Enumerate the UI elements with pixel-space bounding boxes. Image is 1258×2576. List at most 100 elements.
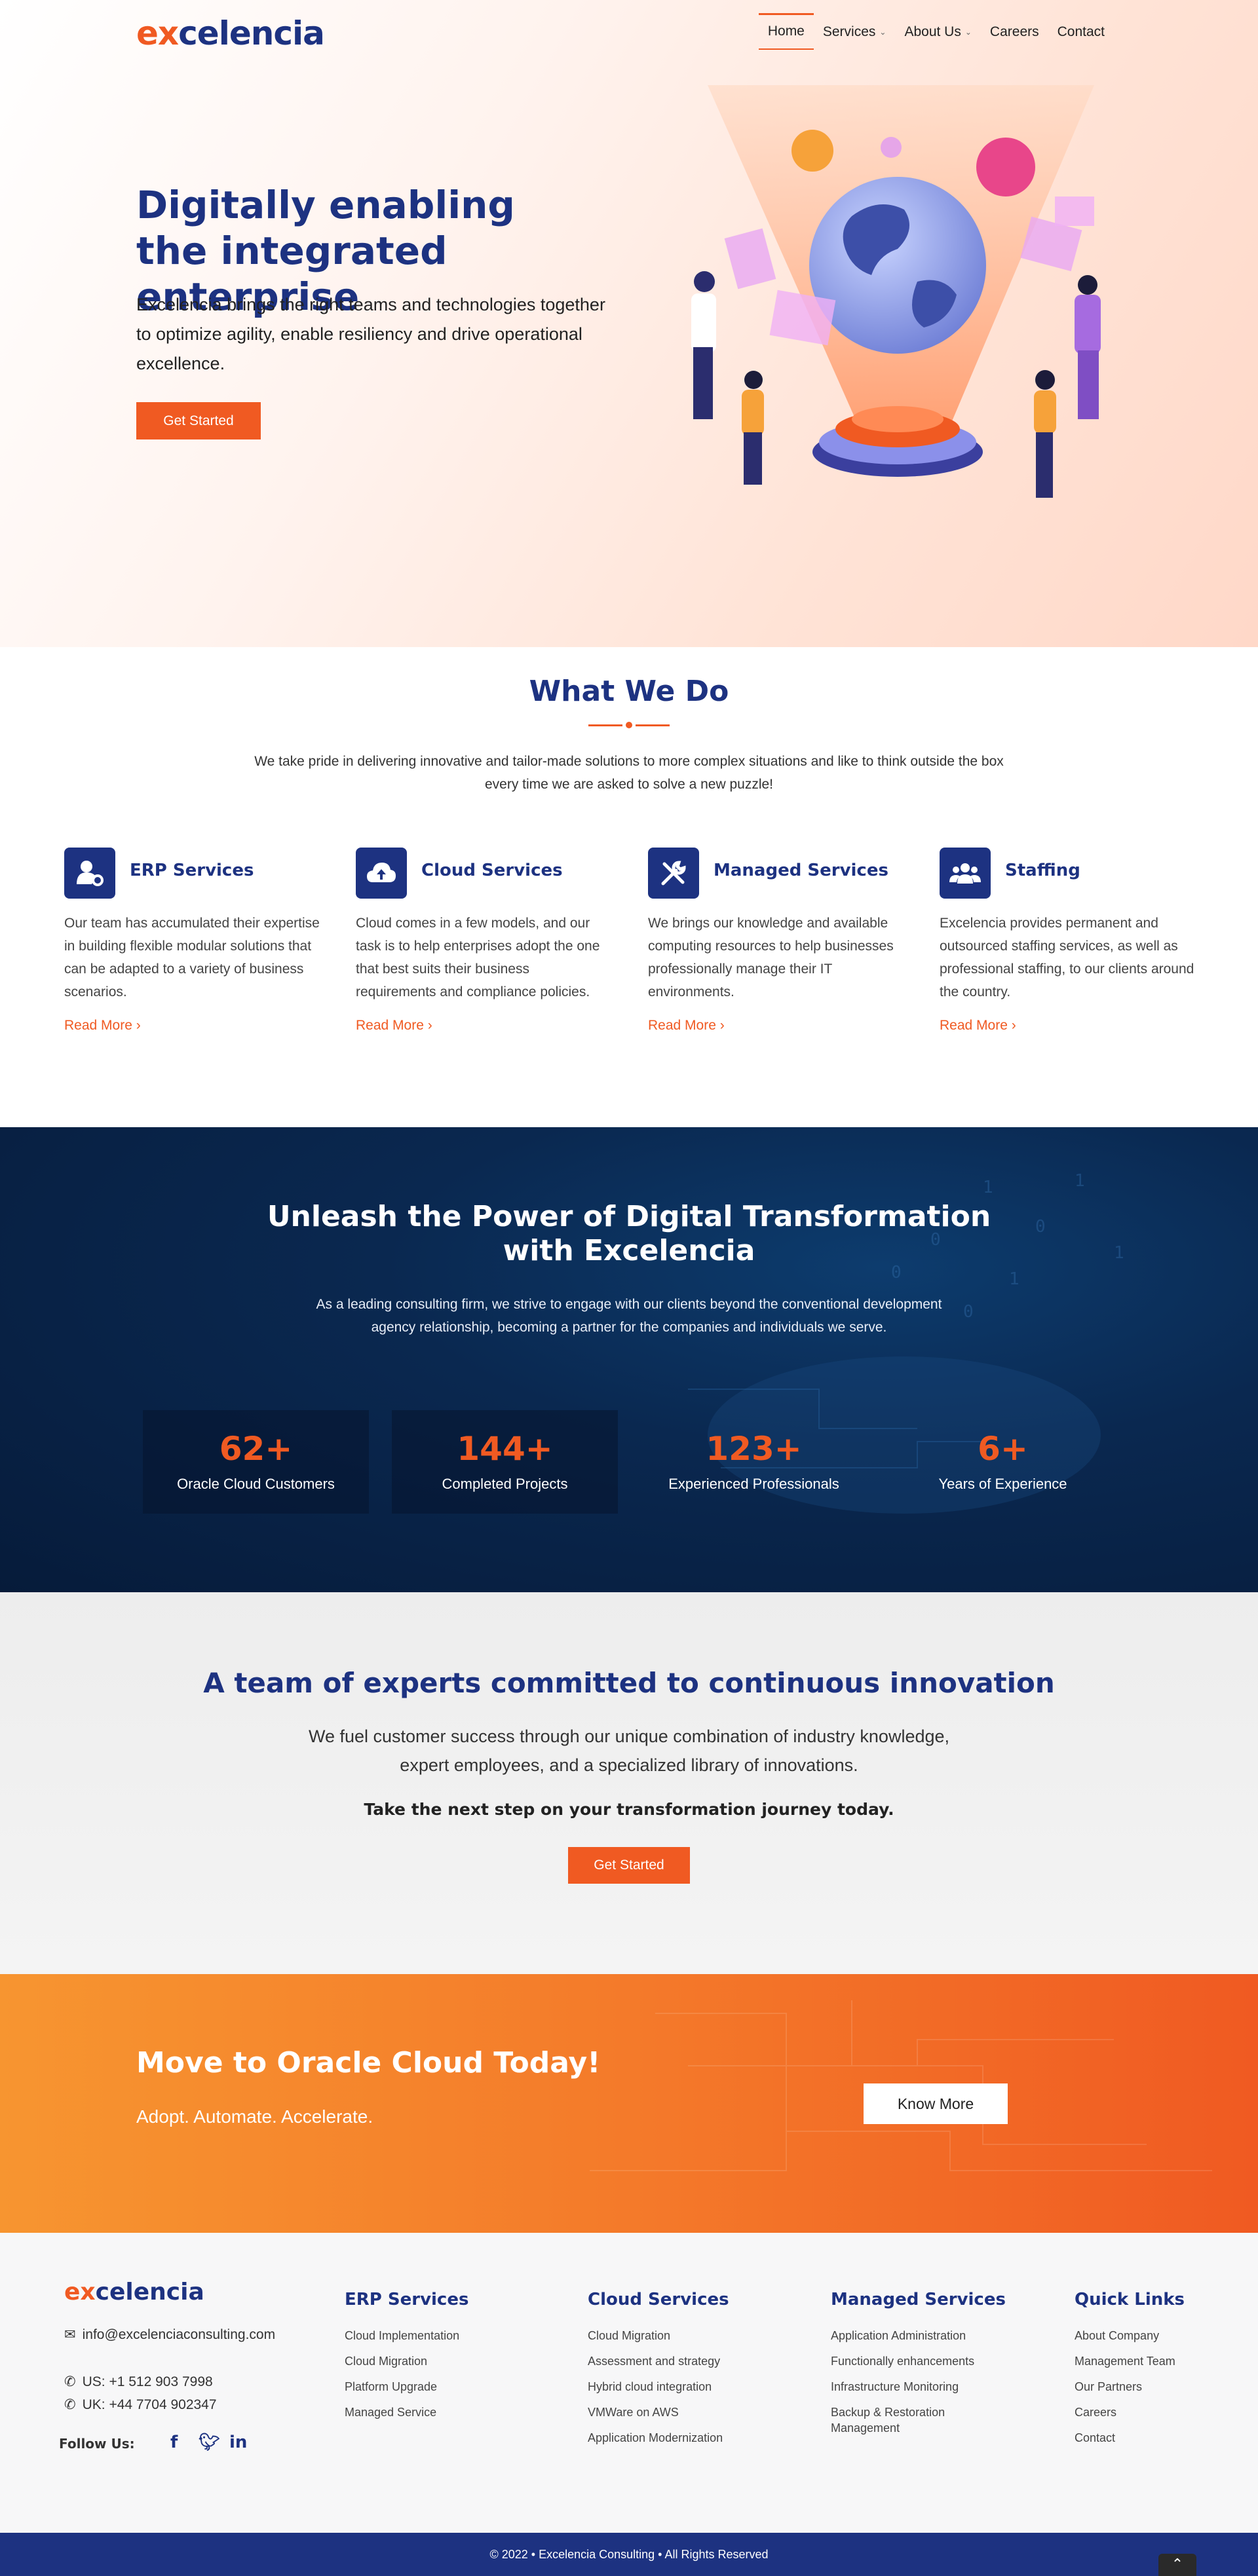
footer-link[interactable]: VMWare on AWS bbox=[588, 2404, 758, 2420]
svg-text:1: 1 bbox=[983, 1178, 993, 1197]
service-staffing: Staffing Excelencia provides permanent a… bbox=[940, 848, 1202, 1034]
circuit-pattern bbox=[590, 2000, 1212, 2171]
logo-rest: celencia bbox=[178, 14, 325, 52]
footer-link[interactable]: Careers bbox=[1075, 2404, 1245, 2420]
transformation-title: Unleash the Power of Digital Transformat… bbox=[0, 1200, 1258, 1268]
scroll-to-top-button[interactable]: ⌃ bbox=[1158, 2554, 1196, 2576]
logo-rest: celencia bbox=[95, 2279, 204, 2305]
footer-link[interactable]: Managed Service bbox=[345, 2404, 515, 2420]
read-more-link[interactable]: Read More › bbox=[648, 1018, 910, 1034]
hero-title-line1: Digitally enabling bbox=[136, 183, 515, 227]
site-logo[interactable]: excelencia bbox=[136, 14, 325, 52]
envelope-icon: ✉ bbox=[64, 2327, 76, 2342]
stat-label: Years of Experience bbox=[938, 1476, 1067, 1492]
user-gear-icon bbox=[64, 848, 115, 899]
read-more-link[interactable]: Read More › bbox=[64, 1018, 326, 1034]
nav-about-label: About Us bbox=[904, 24, 961, 39]
footer-col-erp: ERP Services Cloud Implementation Cloud … bbox=[345, 2290, 515, 2430]
service-text: Excelencia provides permanent and outsou… bbox=[940, 916, 1194, 999]
hero-text: Excelencia brings the right teams and te… bbox=[136, 295, 605, 373]
service-title: ERP Services bbox=[130, 861, 254, 880]
stat-value: 144+ bbox=[457, 1430, 553, 1468]
phone-icon: ✆ bbox=[64, 2397, 76, 2412]
copyright-bar: © 2022 • Excelencia Consulting • All Rig… bbox=[0, 2533, 1258, 2576]
service-title: Cloud Services bbox=[421, 861, 563, 880]
svg-text:1: 1 bbox=[1075, 1171, 1085, 1191]
stat-label: Experienced Professionals bbox=[668, 1476, 839, 1492]
svg-text:0: 0 bbox=[963, 1302, 974, 1322]
footer-link[interactable]: Cloud Migration bbox=[588, 2328, 758, 2343]
phone-uk-text: UK: +44 7704 902347 bbox=[82, 2397, 217, 2412]
site-header: excelencia Home Services ⌄ About Us ⌄ Care… bbox=[0, 0, 1258, 65]
what-we-do-title: What We Do bbox=[529, 675, 729, 708]
follow-us-label: Follow Us: bbox=[59, 2436, 135, 2452]
nav-home[interactable]: Home bbox=[758, 13, 814, 50]
team-get-started-button[interactable]: Get Started bbox=[568, 1847, 690, 1884]
oracle-cta-section: Move to Oracle Cloud Today! Adopt. Autom… bbox=[0, 1974, 1258, 2233]
footer-phone-uk[interactable]: ✆ UK: +44 7704 902347 bbox=[64, 2397, 217, 2413]
footer-link[interactable]: Hybrid cloud integration bbox=[588, 2379, 758, 2395]
footer-col-title: Quick Links bbox=[1075, 2290, 1185, 2309]
footer-col-title: ERP Services bbox=[345, 2290, 469, 2309]
hero-get-started-button[interactable]: Get Started bbox=[136, 402, 261, 439]
transformation-title-line2: with Excelencia bbox=[503, 1234, 755, 1267]
phone-us-text: US: +1 512 903 7998 bbox=[82, 2374, 213, 2389]
facebook-icon[interactable]: f bbox=[170, 2433, 178, 2452]
transformation-title-line1: Unleash the Power of Digital Transformat… bbox=[267, 1200, 991, 1233]
service-text: Our team has accumulated their expertise… bbox=[64, 916, 320, 999]
site-footer: excelencia ✉ info@excelenciaconsulting.co… bbox=[0, 2233, 1258, 2533]
footer-link[interactable]: Cloud Migration bbox=[345, 2353, 515, 2369]
logo-ex: ex bbox=[64, 2279, 96, 2305]
footer-email[interactable]: ✉ info@excelenciaconsulting.com bbox=[64, 2326, 275, 2343]
footer-link[interactable]: Application Modernization bbox=[588, 2430, 758, 2446]
footer-link[interactable]: Application Administration bbox=[831, 2328, 1001, 2343]
footer-link[interactable]: About Company bbox=[1075, 2328, 1245, 2343]
svg-text:1: 1 bbox=[1009, 1269, 1020, 1289]
service-text: Cloud comes in a few models, and our tas… bbox=[356, 916, 600, 999]
know-more-button[interactable]: Know More bbox=[864, 2083, 1008, 2124]
nav-contact[interactable]: Contact bbox=[1048, 13, 1114, 50]
team-title: A team of experts committed to continuou… bbox=[203, 1667, 1055, 1699]
read-more-link[interactable]: Read More › bbox=[356, 1018, 618, 1034]
circuit-background: 1010 10 10 bbox=[688, 1171, 1124, 1514]
tools-icon bbox=[648, 848, 699, 899]
nav-services[interactable]: Services ⌄ bbox=[814, 13, 896, 50]
oracle-subtitle: Adopt. Automate. Accelerate. bbox=[136, 2106, 373, 2127]
chevron-up-icon: ⌃ bbox=[1171, 2556, 1184, 2573]
nav-careers[interactable]: Careers bbox=[981, 13, 1048, 50]
stat-value: 62+ bbox=[219, 1430, 293, 1468]
read-more-link[interactable]: Read More › bbox=[940, 1018, 1202, 1034]
service-managed: Managed Services We brings our knowledge… bbox=[648, 848, 910, 1034]
service-cloud: Cloud Services Cloud comes in a few mode… bbox=[356, 848, 618, 1034]
transformation-section: 1010 1010 Unleash the Power of Digital T… bbox=[0, 1127, 1258, 1592]
footer-link[interactable]: Cloud Implementation bbox=[345, 2328, 515, 2343]
linkedin-icon[interactable]: in bbox=[229, 2433, 247, 2452]
team-text: We fuel customer success through our uni… bbox=[308, 1727, 950, 1775]
footer-link[interactable]: Management Team bbox=[1075, 2353, 1245, 2369]
twitter-icon[interactable]: 🐦︎ bbox=[199, 2433, 220, 2452]
footer-link[interactable]: Platform Upgrade bbox=[345, 2379, 515, 2395]
footer-col-cloud: Cloud Services Cloud Migration Assessmen… bbox=[588, 2290, 758, 2455]
chevron-down-icon: ⌄ bbox=[964, 28, 972, 37]
stat-value: 123+ bbox=[706, 1430, 802, 1468]
footer-link[interactable]: Infrastructure Monitoring bbox=[831, 2379, 1001, 2395]
footer-col-title: Cloud Services bbox=[588, 2290, 729, 2309]
stat-completed-projects: 144+ Completed Projects bbox=[392, 1410, 618, 1514]
footer-link[interactable]: Assessment and strategy bbox=[588, 2353, 758, 2369]
footer-link[interactable]: Contact bbox=[1075, 2430, 1245, 2446]
phone-icon: ✆ bbox=[64, 2374, 76, 2389]
footer-link[interactable]: Backup & Restoration Management bbox=[831, 2404, 1001, 2436]
nav-about-us[interactable]: About Us ⌄ bbox=[895, 13, 980, 50]
footer-link[interactable]: Functionally enhancements bbox=[831, 2353, 1001, 2369]
service-erp: ERP Services Our team has accumulated th… bbox=[64, 848, 326, 1034]
service-title: Staffing bbox=[1005, 861, 1080, 880]
what-we-do-text: We take pride in delivering innovative a… bbox=[254, 754, 1004, 792]
oracle-title: Move to Oracle Cloud Today! bbox=[136, 2046, 601, 2080]
transformation-text: As a leading consulting firm, we strive … bbox=[316, 1297, 942, 1335]
nav-home-label: Home bbox=[767, 24, 805, 39]
footer-link[interactable]: Our Partners bbox=[1075, 2379, 1245, 2395]
stat-experienced-professionals: 123+ Experienced Professionals bbox=[641, 1410, 867, 1514]
footer-logo[interactable]: excelencia bbox=[64, 2279, 204, 2305]
footer-col-title: Managed Services bbox=[831, 2290, 1006, 2309]
footer-phone-us[interactable]: ✆ US: +1 512 903 7998 bbox=[64, 2374, 213, 2390]
